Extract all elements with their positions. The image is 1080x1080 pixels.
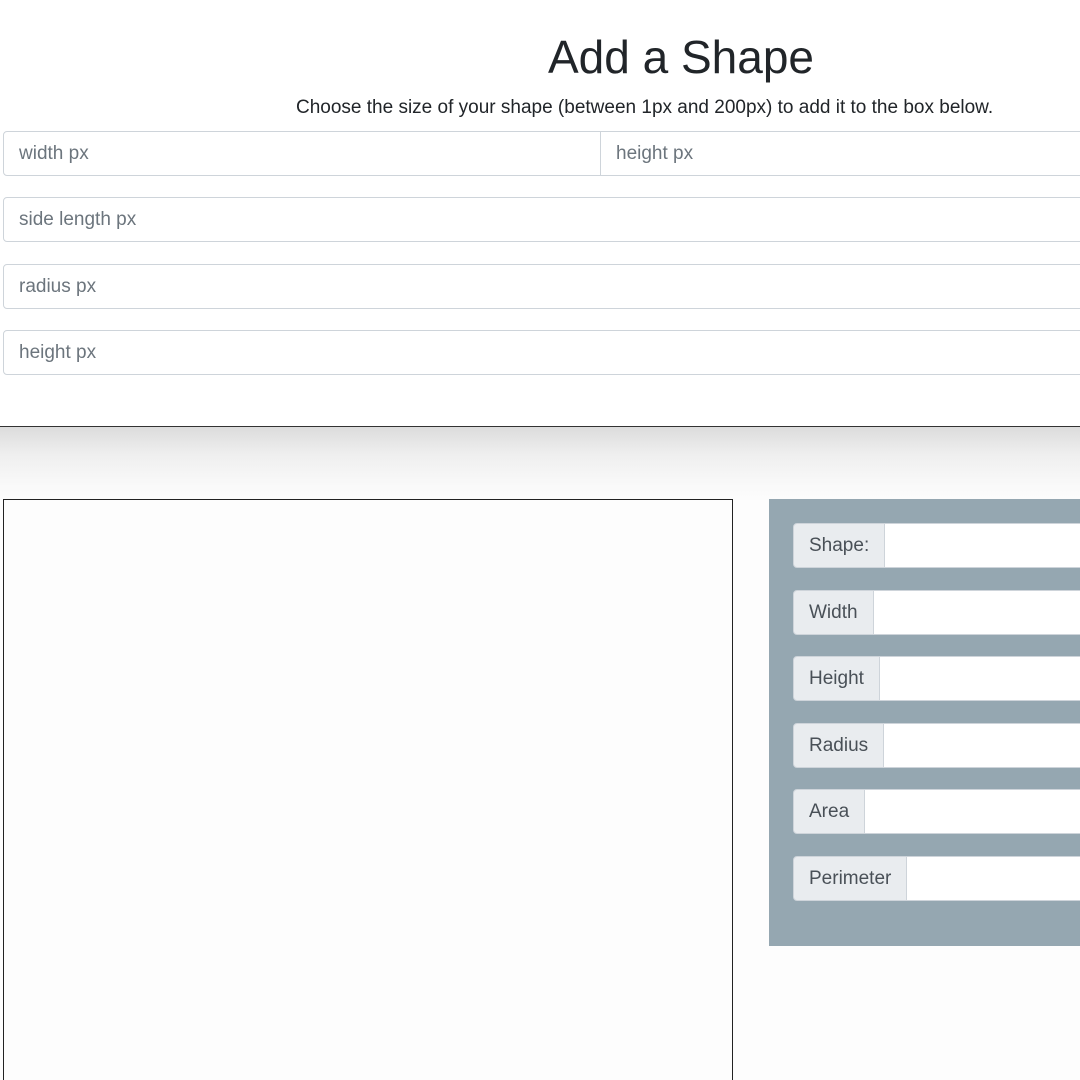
info-row-height: Height <box>793 656 1080 701</box>
section-shadow <box>0 427 1080 507</box>
info-value-radius[interactable] <box>884 723 1080 768</box>
page-title: Add a Shape <box>548 31 815 83</box>
info-value-area[interactable] <box>865 789 1080 834</box>
page: Add a Shape Choose the size of your shap… <box>0 0 1080 1080</box>
info-label-radius: Radius <box>793 723 885 768</box>
info-value-height[interactable] <box>879 656 1080 701</box>
square-side-input[interactable] <box>3 197 1080 242</box>
rectangle-input-row <box>3 131 1080 176</box>
info-row-area: Area <box>793 789 1080 834</box>
triangle-height-input[interactable] <box>3 330 1080 375</box>
info-label-perimeter: Perimeter <box>793 856 908 901</box>
rectangle-width-input[interactable] <box>3 131 601 176</box>
info-value-perimeter[interactable] <box>907 856 1080 901</box>
square-input-row <box>3 197 1080 242</box>
info-label-shape: Shape: <box>793 523 886 568</box>
info-label-width: Width <box>793 590 874 635</box>
shape-info-panel: Shape: Width Height Radius Area Perimete… <box>769 499 1080 946</box>
rectangle-height-input[interactable] <box>601 131 1080 176</box>
page-subtitle: Choose the size of your shape (between 1… <box>296 97 994 118</box>
shape-form-section: Add a Shape Choose the size of your shap… <box>0 0 1080 426</box>
shape-canvas-box[interactable] <box>3 499 733 1080</box>
info-value-width[interactable] <box>873 590 1080 635</box>
triangle-input-row <box>3 330 1080 375</box>
info-value-shape[interactable] <box>885 523 1080 568</box>
info-row-radius: Radius <box>793 723 1080 768</box>
info-row-perimeter: Perimeter <box>793 856 1080 901</box>
info-label-height: Height <box>793 656 880 701</box>
info-row-width: Width <box>793 590 1080 635</box>
circle-radius-input[interactable] <box>3 264 1080 309</box>
info-row-shape: Shape: <box>793 523 1080 568</box>
circle-input-row <box>3 264 1080 309</box>
info-label-area: Area <box>793 789 866 834</box>
